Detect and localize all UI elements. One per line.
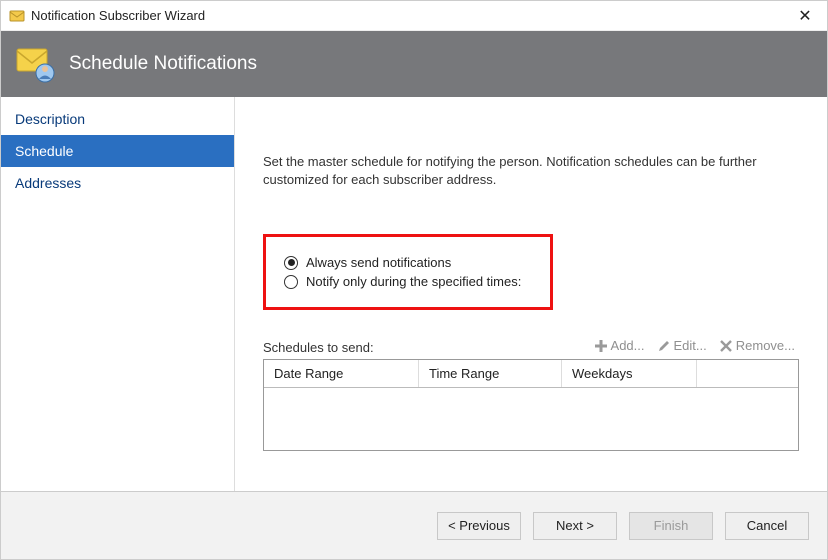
table-header: Date Range Time Range Weekdays: [264, 360, 798, 388]
titlebar: Notification Subscriber Wizard ✕: [1, 1, 827, 31]
edit-label: Edit...: [674, 338, 707, 353]
app-icon: [9, 8, 25, 24]
x-icon: [719, 339, 733, 353]
radio-icon: [284, 256, 298, 270]
radio-specified-times[interactable]: Notify only during the specified times:: [284, 274, 532, 289]
page-title: Schedule Notifications: [69, 53, 257, 75]
sidebar-item-addresses[interactable]: Addresses: [1, 167, 234, 199]
wizard-sidebar: Description Schedule Addresses: [1, 97, 235, 491]
wizard-header: Schedule Notifications: [1, 31, 827, 97]
radio-always-send[interactable]: Always send notifications: [284, 255, 532, 270]
pencil-icon: [657, 339, 671, 353]
radio-icon: [284, 275, 298, 289]
wizard-main: Set the master schedule for notifying th…: [235, 97, 827, 491]
schedules-toolbar: Add... Edit... Remove...: [590, 336, 799, 355]
col-time-range[interactable]: Time Range: [419, 360, 562, 387]
intro-text: Set the master schedule for notifying th…: [263, 153, 799, 188]
header-icon: [15, 43, 57, 85]
schedules-label: Schedules to send:: [263, 340, 374, 355]
wizard-body: Description Schedule Addresses Set the m…: [1, 97, 827, 491]
add-button[interactable]: Add...: [590, 336, 649, 355]
plus-icon: [594, 339, 608, 353]
sidebar-item-description[interactable]: Description: [1, 103, 234, 135]
col-spacer: [697, 360, 798, 387]
finish-button: Finish: [629, 512, 713, 540]
edit-button[interactable]: Edit...: [653, 336, 711, 355]
cancel-button[interactable]: Cancel: [725, 512, 809, 540]
close-button[interactable]: ✕: [791, 2, 819, 30]
remove-label: Remove...: [736, 338, 795, 353]
schedules-table: Date Range Time Range Weekdays: [263, 359, 799, 451]
next-button[interactable]: Next >: [533, 512, 617, 540]
add-label: Add...: [611, 338, 645, 353]
col-date-range[interactable]: Date Range: [264, 360, 419, 387]
window-title: Notification Subscriber Wizard: [31, 8, 791, 23]
radio-specified-label: Notify only during the specified times:: [306, 274, 521, 289]
sidebar-item-schedule[interactable]: Schedule: [1, 135, 234, 167]
remove-button[interactable]: Remove...: [715, 336, 799, 355]
table-body: [264, 388, 798, 450]
wizard-footer: < Previous Next > Finish Cancel: [1, 491, 827, 559]
previous-button[interactable]: < Previous: [437, 512, 521, 540]
radio-always-label: Always send notifications: [306, 255, 451, 270]
col-weekdays[interactable]: Weekdays: [562, 360, 697, 387]
schedules-toolbar-row: Schedules to send: Add... Edit...: [263, 336, 799, 355]
schedule-radio-group: Always send notifications Notify only du…: [263, 234, 553, 310]
